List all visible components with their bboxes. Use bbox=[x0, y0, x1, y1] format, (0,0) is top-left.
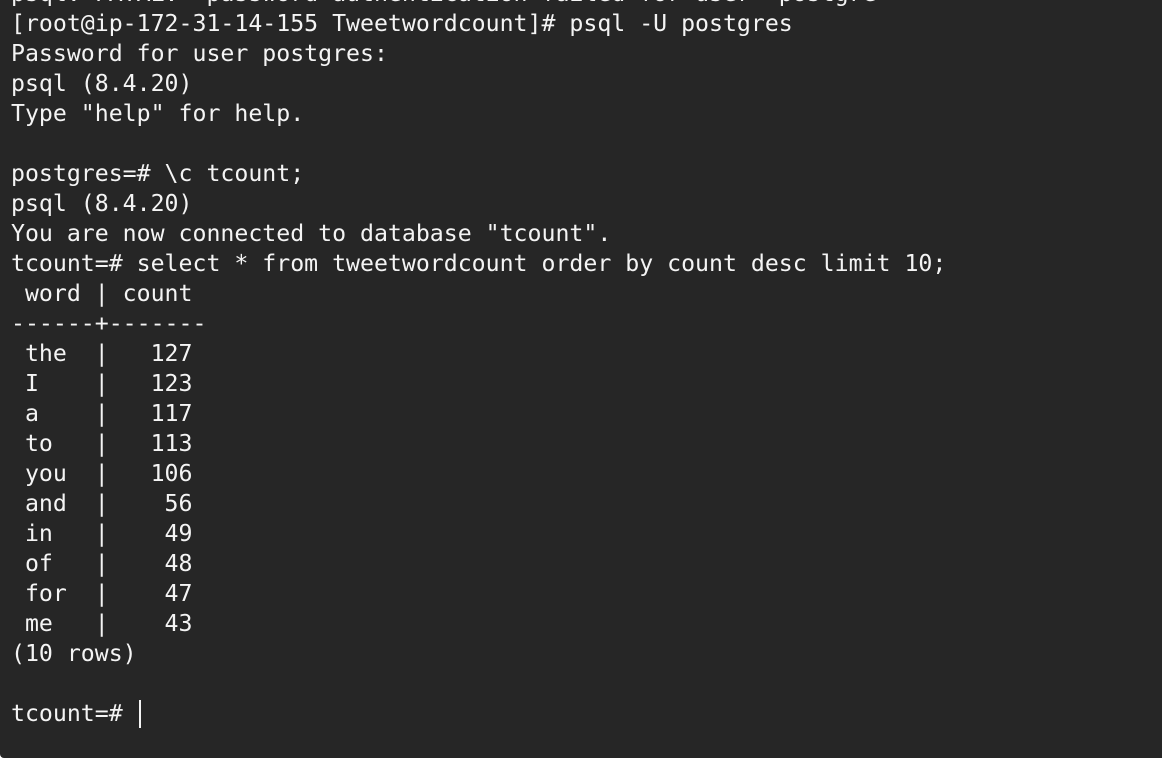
query-result-row: you | 106 bbox=[11, 460, 193, 487]
query-result-row: and | 56 bbox=[11, 490, 193, 517]
query-result-row: of | 48 bbox=[11, 550, 193, 577]
prompt-text: tcount=# bbox=[11, 700, 137, 727]
terminal-line: You are now connected to database "tcoun… bbox=[11, 220, 612, 247]
row-count-footer: (10 rows) bbox=[11, 640, 137, 667]
terminal-line: psql (8.4.20) bbox=[11, 70, 193, 97]
terminal-line: psql (8.4.20) bbox=[11, 190, 193, 217]
command-prompt[interactable]: tcount=# bbox=[11, 699, 946, 729]
query-result-row: in | 49 bbox=[11, 520, 193, 547]
query-result-row: for | 47 bbox=[11, 580, 193, 607]
terminal-window[interactable]: psql: FATAL: password authentication fai… bbox=[0, 0, 1162, 758]
text-cursor bbox=[138, 700, 141, 728]
query-result-row: the | 127 bbox=[11, 340, 193, 367]
query-result-row: a | 117 bbox=[11, 400, 193, 427]
terminal-line: [root@ip-172-31-14-155 Tweetwordcount]# … bbox=[11, 10, 793, 37]
query-result-separator: ------+------- bbox=[11, 310, 207, 337]
query-result-row: to | 113 bbox=[11, 430, 193, 457]
terminal-line: psql: FATAL: password authentication fai… bbox=[11, 0, 946, 9]
query-result-row: me | 43 bbox=[11, 610, 193, 637]
terminal-line: tcount=# select * from tweetwordcount or… bbox=[11, 250, 947, 277]
terminal-line: postgres=# \c tcount; bbox=[11, 160, 305, 187]
terminal-line: Password for user postgres: bbox=[11, 40, 388, 67]
query-result-header: word | count bbox=[11, 280, 193, 307]
terminal-output: psql: FATAL: password authentication fai… bbox=[11, 0, 946, 729]
terminal-line: Type "help" for help. bbox=[11, 100, 305, 127]
query-result-row: I | 123 bbox=[11, 370, 193, 397]
